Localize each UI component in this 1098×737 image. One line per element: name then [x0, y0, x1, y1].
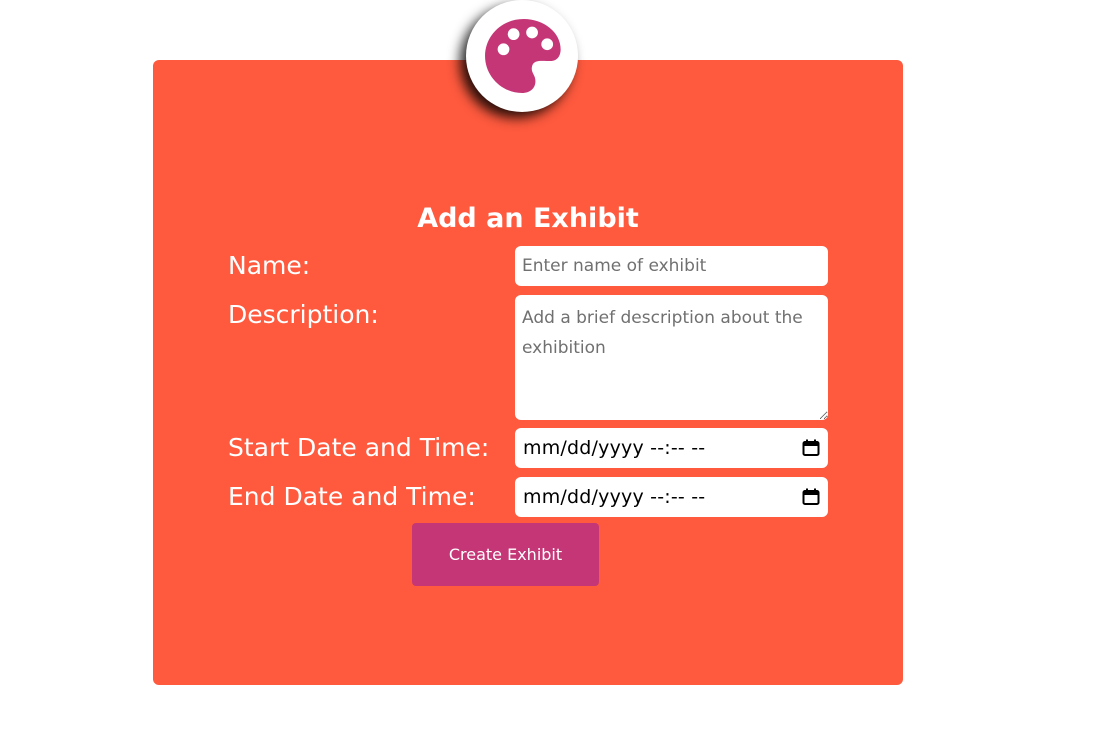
description-label: Description:: [228, 300, 379, 329]
end-datetime-input[interactable]: mm/dd/yyyy --:-- --: [515, 477, 828, 517]
logo-badge: [466, 0, 578, 112]
calendar-icon[interactable]: [802, 488, 820, 506]
start-date-label: Start Date and Time:: [228, 433, 490, 462]
description-textarea[interactable]: [515, 295, 828, 420]
name-input[interactable]: [515, 246, 828, 286]
form-title: Add an Exhibit: [417, 203, 639, 234]
calendar-icon[interactable]: [802, 439, 820, 457]
start-datetime-input[interactable]: mm/dd/yyyy --:-- --: [515, 428, 828, 468]
name-label: Name:: [228, 251, 311, 280]
start-datetime-value: mm/dd/yyyy --:-- --: [523, 437, 706, 459]
create-exhibit-button[interactable]: Create Exhibit: [412, 523, 599, 586]
end-datetime-value: mm/dd/yyyy --:-- --: [523, 486, 706, 508]
palette-icon: [485, 19, 561, 93]
end-date-label: End Date and Time:: [228, 482, 476, 511]
